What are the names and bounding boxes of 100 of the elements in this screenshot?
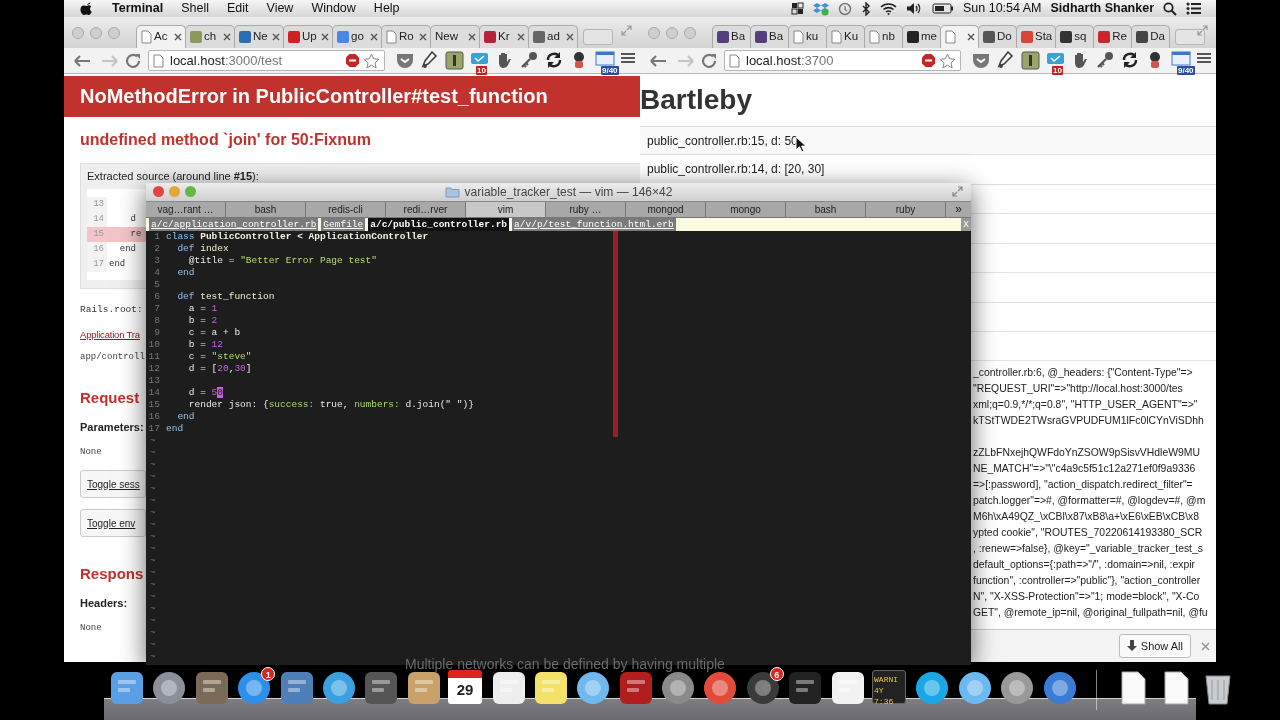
close-button[interactable]	[153, 186, 164, 197]
app-icon[interactable]	[532, 670, 569, 706]
square-icon[interactable]	[445, 50, 464, 70]
editor-tab[interactable]: a/c/application_controller.rb	[149, 218, 319, 231]
clock-icon[interactable]	[837, 1, 852, 16]
more-tabs-button[interactable]: »	[946, 202, 971, 217]
terminal-tab[interactable]: bash	[226, 202, 306, 217]
app-icon[interactable]	[617, 670, 654, 706]
editor-tab[interactable]: Gemfile	[321, 218, 366, 231]
menu-icon[interactable]	[1196, 50, 1212, 65]
menu-item[interactable]: Window	[311, 0, 356, 17]
app-icon[interactable]	[109, 670, 145, 706]
app-icon[interactable]	[914, 670, 951, 706]
terminal-tab[interactable]: mongod	[626, 202, 706, 217]
app-icon[interactable]	[363, 670, 400, 706]
stop-sign-icon[interactable]	[345, 53, 360, 68]
address-field[interactable]: local.host:3000/test	[148, 50, 385, 71]
trace-link[interactable]: Application Tra	[80, 328, 140, 341]
close-icon[interactable]	[468, 33, 476, 41]
menu-item[interactable]: Edit	[226, 0, 249, 17]
browser-tab[interactable]: Sta	[1016, 25, 1057, 48]
terminal-tab[interactable]: mongo	[706, 202, 786, 217]
app-icon[interactable]	[702, 670, 739, 706]
calendar-icon[interactable]	[595, 50, 615, 67]
stop-sign-icon[interactable]	[921, 53, 936, 68]
sync-icon[interactable]	[545, 50, 563, 69]
grid-icon[interactable]	[790, 2, 804, 15]
close-icon[interactable]	[419, 33, 427, 41]
browser-tab[interactable]: New	[430, 25, 480, 48]
close-icon[interactable]	[517, 33, 525, 41]
mail-icon[interactable]	[470, 50, 490, 67]
app-icon[interactable]	[956, 670, 993, 706]
close-icon[interactable]	[321, 33, 329, 41]
browser-tab[interactable]: sq	[1055, 25, 1095, 48]
terminal-tab[interactable]: ruby …	[546, 202, 626, 217]
square-icon[interactable]	[1021, 50, 1040, 70]
close-icon[interactable]	[967, 33, 975, 41]
browser-tab[interactable]: Ba	[712, 25, 751, 48]
close-icon[interactable]	[272, 33, 280, 41]
user-name[interactable]: Sidharth Shanker	[1050, 0, 1154, 18]
browser-tab[interactable]: go	[332, 25, 382, 48]
calendar-icon[interactable]	[1171, 50, 1191, 67]
apple-menu-icon[interactable]	[80, 1, 94, 16]
app-icon[interactable]	[1041, 670, 1078, 706]
key-icon[interactable]	[1096, 50, 1114, 69]
browser-tab[interactable]: ku	[788, 25, 827, 48]
app-menu[interactable]: Terminal	[112, 0, 164, 17]
url-text[interactable]: local.host:3700	[746, 50, 834, 71]
url-text[interactable]: local.host:3000/test	[170, 50, 283, 71]
close-icon[interactable]	[174, 33, 182, 41]
star-icon[interactable]	[939, 52, 956, 69]
browser-tab[interactable]: Ba	[750, 25, 789, 48]
browser-tab[interactable]: ch	[185, 25, 235, 48]
app-icon[interactable]	[490, 670, 527, 706]
sync-icon[interactable]	[1121, 50, 1139, 69]
editor-tab[interactable]: a/c/public_controller.rb	[368, 218, 510, 231]
menu-item[interactable]: View	[266, 0, 294, 17]
browser-tab[interactable]: Ne	[234, 25, 284, 48]
menu-icon[interactable]	[620, 50, 636, 65]
app-icon[interactable]	[405, 670, 442, 706]
mail-icon[interactable]	[1046, 50, 1066, 67]
app-icon[interactable]	[151, 670, 188, 706]
close-icon[interactable]	[370, 33, 378, 41]
box-icon[interactable]	[812, 1, 829, 16]
clock-text[interactable]: Sun 10:54 AM	[962, 0, 1042, 18]
app-icon[interactable]	[278, 670, 315, 706]
browser-tab[interactable]: me	[902, 25, 941, 48]
browser-tab[interactable]: Ac	[136, 25, 186, 48]
app-icon[interactable]	[744, 670, 781, 706]
close-icon[interactable]	[566, 33, 574, 41]
pen-icon[interactable]	[420, 50, 438, 69]
search-icon[interactable]	[1163, 1, 1177, 16]
app-icon[interactable]	[829, 670, 866, 706]
app-icon[interactable]	[193, 670, 230, 706]
browser-tab[interactable]: Da	[1131, 25, 1171, 48]
star-icon[interactable]	[363, 52, 380, 69]
console-icon[interactable]: WARNI 4Y 7:36	[872, 670, 907, 704]
app-icon[interactable]	[660, 670, 697, 706]
wifi-icon[interactable]	[879, 2, 897, 15]
menu-item[interactable]: Shell	[181, 0, 209, 17]
terminal-tab[interactable]: vim	[466, 202, 546, 217]
app-icon[interactable]	[320, 670, 357, 706]
battery-icon[interactable]	[931, 3, 954, 14]
list-icon[interactable]	[1186, 2, 1202, 15]
toggle-button[interactable]: Toggle sess	[80, 470, 146, 498]
key-icon[interactable]	[520, 50, 538, 69]
calendar-icon[interactable]: 29	[448, 670, 483, 704]
fullscreen-icon[interactable]	[952, 186, 963, 197]
browser-tab[interactable]: Kr	[479, 25, 529, 48]
terminal-tab[interactable]: redis-cli	[306, 202, 386, 217]
browser-tab[interactable]: Ro	[381, 25, 431, 48]
browser-tab[interactable]: ad	[528, 25, 578, 48]
browser-tab[interactable]: Re	[1093, 25, 1133, 48]
pen-icon[interactable]	[996, 50, 1014, 69]
volume-icon[interactable]	[905, 2, 923, 15]
app-icon[interactable]	[236, 670, 273, 706]
terminal-tab[interactable]: bash	[786, 202, 866, 217]
terminal-tab[interactable]: ruby	[866, 202, 946, 217]
address-field[interactable]: local.host:3700	[724, 50, 961, 71]
app-icon[interactable]	[575, 670, 612, 706]
